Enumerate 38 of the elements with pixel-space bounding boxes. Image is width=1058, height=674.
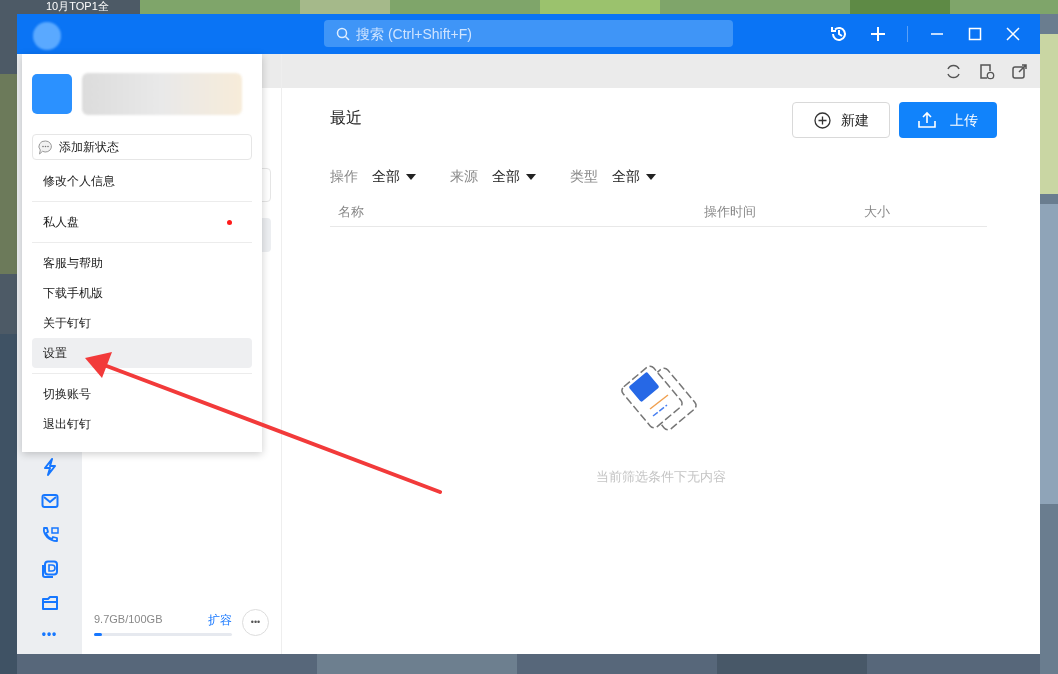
filter-dropdown[interactable]: 全部	[492, 166, 536, 187]
maximize-icon[interactable]	[968, 27, 982, 41]
status-button[interactable]: 添加新状态	[32, 134, 252, 160]
document-icon[interactable]	[40, 560, 59, 578]
column-header: 名称	[338, 202, 365, 221]
storage-usage: 9.7GB/100GB	[94, 612, 163, 627]
add-circle-icon	[813, 111, 831, 129]
mail-icon[interactable]	[40, 492, 59, 510]
filter-dropdown[interactable]: 全部	[612, 166, 656, 187]
search-icon	[336, 27, 350, 41]
avatar	[33, 22, 61, 50]
filter-label: 来源	[450, 167, 478, 186]
refresh-icon[interactable]	[945, 62, 962, 80]
external-window-icon[interactable]	[1011, 62, 1028, 80]
upload-button[interactable]: 上传	[899, 102, 997, 138]
column-header: 操作时间	[704, 202, 757, 221]
caret-icon	[646, 173, 656, 180]
section-title: 最近	[330, 108, 362, 128]
chat-bubble-icon	[38, 139, 53, 155]
profile-avatar	[32, 74, 72, 114]
search-field[interactable]: 搜索 (Ctrl+Shift+F)	[324, 20, 733, 47]
filter-label: 操作	[330, 167, 358, 186]
new-button[interactable]: 新建	[792, 102, 890, 138]
caret-icon	[406, 173, 416, 180]
filter-dropdown[interactable]: 全部	[372, 166, 416, 187]
file-clock-icon[interactable]	[978, 62, 995, 80]
upload-icon	[918, 111, 936, 129]
more-button[interactable]: •••	[41, 628, 58, 640]
phone-icon[interactable]	[40, 526, 59, 544]
add-icon[interactable]	[870, 26, 886, 42]
caret-icon	[526, 173, 536, 180]
folder-icon[interactable]	[40, 594, 59, 612]
filter-label: 类型	[570, 167, 598, 186]
menu-item[interactable]: 设置	[32, 338, 252, 368]
expand-link[interactable]: 扩容	[208, 611, 232, 629]
close-icon[interactable]	[1006, 27, 1020, 41]
column-header: 大小	[864, 202, 891, 221]
history-icon[interactable]	[830, 25, 848, 43]
